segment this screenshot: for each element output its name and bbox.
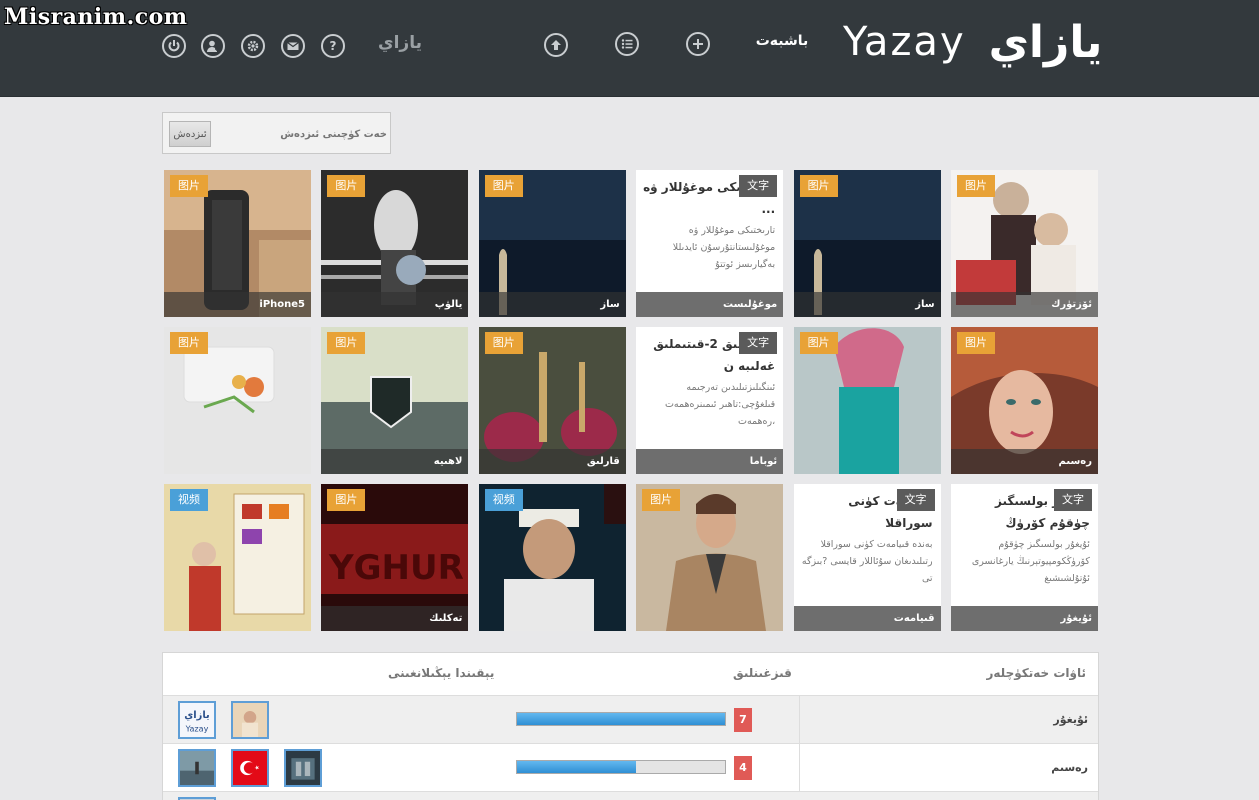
avatar[interactable] (178, 749, 216, 787)
table-row[interactable]: 4 رەسىم (163, 744, 1098, 792)
upload-icon[interactable] (544, 33, 568, 57)
tile-item[interactable]: 图片 ئۆزتۈرك (950, 170, 1098, 317)
help-icon[interactable]: ? (321, 34, 345, 58)
tile-badge: 文字 (896, 489, 935, 511)
tile-caption: لاھىيە (321, 449, 469, 474)
popularity-bar (516, 760, 726, 774)
popularity-bar (516, 712, 726, 726)
content-grid: 图片 iPhone5 图片 يالۋپ 图片 ساز تارىختىكى موغ… (164, 170, 1098, 632)
tile-badge: 图片 (799, 175, 838, 197)
tile-badge: 图片 (484, 175, 523, 197)
tile-badge: 图片 (327, 489, 366, 511)
tile-item[interactable]: 视频 (478, 484, 626, 631)
tile-badge: 图片 (327, 332, 366, 354)
avatar[interactable] (231, 701, 269, 739)
tile-badge: 图片 (642, 489, 681, 511)
tag-link[interactable]: رەسىم (799, 744, 1098, 791)
tile-caption: ساز (478, 292, 626, 317)
tile-caption: قارلىق (478, 449, 626, 474)
tile-badge: 文字 (1053, 489, 1092, 511)
tag-link[interactable]: ئۇيغۇر (799, 696, 1098, 743)
tile-badge: 视频 (484, 489, 523, 511)
avatar[interactable] (231, 749, 269, 787)
table-row[interactable] (163, 792, 1098, 800)
tile-caption: تەكلىك (321, 606, 469, 631)
nav-user-link[interactable]: يازاي (375, 33, 425, 53)
tile-badge: 图片 (956, 175, 995, 197)
column-header-recent: يېقىندا يېڭىلانغىنى (388, 666, 495, 680)
tile-badge: 文字 (739, 175, 778, 197)
tag-count-badge: 7 (734, 708, 752, 732)
logo-arabic[interactable]: يازاي (988, 14, 1103, 72)
header-bar: Misranim.com ? يازاي باشبەت Yazay يازاي (0, 0, 1259, 97)
search-button[interactable]: ئىزدەش (169, 121, 211, 147)
avatar[interactable] (284, 749, 322, 787)
popularity-bar-fill (517, 713, 725, 725)
table-header: ئاۋات خەتكۈچلەر قىزغىنلىق يېقىندا يېڭىلا… (163, 653, 1098, 696)
tile-item[interactable]: 图片 يالۋپ (321, 170, 469, 317)
tile-body: تارىختىكى موغۇللار ۋە موغۇلىستانتۇرسۇن ئ… (672, 225, 776, 270)
tile-item[interactable]: قىيامەت كۈنى سوراقلا بەندە قىيامەت كۈنى … (793, 484, 941, 631)
tile-caption: يالۋپ (321, 292, 469, 317)
tile-item[interactable]: 图片 iPhone5 (164, 170, 311, 317)
table-row[interactable]: يازاي Yazay 7 ئۇيغۇر (163, 696, 1098, 744)
tile-caption: ئوباما (636, 449, 784, 474)
tile-caption: موغۇلىست (636, 292, 784, 317)
tile-item[interactable]: 图片 قارلىق (478, 327, 626, 474)
tile-body: بەندە قىيامەت كۈنى سوراقلا رتىلىدىغان سۇ… (801, 539, 933, 584)
plus-icon[interactable] (686, 32, 710, 56)
tile-badge: 图片 (956, 332, 995, 354)
tile-item[interactable]: 图片 (164, 327, 311, 474)
tile-caption: ساز (793, 292, 941, 317)
tile-badge: 图片 (170, 175, 208, 197)
tile-item[interactable]: YGHUR 图片 تەكلىك (321, 484, 469, 631)
search-box: ئىزدەش (162, 112, 391, 154)
tile-item[interactable]: 图片 ساز (793, 170, 941, 317)
tile-item[interactable]: 图片 لاھىيە (321, 327, 469, 474)
tile-item[interactable]: 图片 (793, 327, 941, 474)
svg-text:YGHUR: YGHUR (328, 548, 464, 588)
tile-body: ئىنگىلىزتىلىدىن تەرجىمە قىلغۇچى:تاھىر ئى… (664, 382, 776, 427)
tile-caption: قىيامەت (793, 606, 941, 631)
tile-badge: 图片 (799, 332, 838, 354)
tile-item[interactable]: تارىختىكى موغۇللار ۋە ... تارىختىكى موغۇ… (636, 170, 784, 317)
tile-caption: رەسىم (950, 449, 1098, 474)
tile-item[interactable]: 图片 ساز (478, 170, 626, 317)
tile-item[interactable]: ئوبامالىق 2-قىتىملىق غەلىبە ن ئىنگىلىزتى… (636, 327, 784, 474)
tile-badge: 视频 (170, 489, 208, 511)
avatar[interactable]: يازاي Yazay (178, 701, 216, 739)
tile-badge: 图片 (327, 175, 366, 197)
svg-text:Yazay: Yazay (185, 725, 209, 734)
tile-caption: ئۇيغۇر (950, 606, 1098, 631)
tile-item[interactable]: ئۇيغۇر بولسىگىز چۈقۇم كۆرۈڭ ئۇيغۇر بولسى… (950, 484, 1098, 631)
nav-home-link[interactable]: باشبەت (752, 33, 812, 49)
tile-item[interactable]: 图片 رەسىم (950, 327, 1098, 474)
watermark: Misranim.com (4, 4, 188, 30)
svg-text:يازاي: يازاي (184, 710, 209, 721)
logo-latin[interactable]: Yazay (843, 18, 964, 66)
tile-caption: ئۆزتۈرك (950, 292, 1098, 317)
tile-badge: 文字 (739, 332, 778, 354)
tags-table: ئاۋات خەتكۈچلەر قىزغىنلىق يېقىندا يېڭىلا… (162, 652, 1099, 800)
tile-badge: 图片 (484, 332, 523, 354)
tile-badge: 图片 (170, 332, 208, 354)
tag-count-badge: 4 (734, 756, 752, 780)
tile-item[interactable]: 视频 (164, 484, 311, 631)
tile-caption: iPhone5 (164, 292, 311, 317)
popularity-bar-fill (517, 761, 636, 773)
search-input[interactable] (215, 121, 387, 147)
user-add-icon[interactable] (201, 34, 225, 58)
tile-item[interactable]: 图片 (636, 484, 784, 631)
tile-body: ئۇيغۇر بولسىگىز چۈقۇم كۆرۈڭكومپيوتېرنىڭ … (971, 539, 1090, 584)
list-icon[interactable] (615, 32, 639, 56)
mail-icon[interactable] (281, 34, 305, 58)
gear-icon[interactable] (241, 34, 265, 58)
column-header-popularity: قىزغىنلىق (733, 666, 792, 680)
power-icon[interactable] (162, 34, 186, 58)
column-header-tags: ئاۋات خەتكۈچلەر (986, 666, 1087, 680)
